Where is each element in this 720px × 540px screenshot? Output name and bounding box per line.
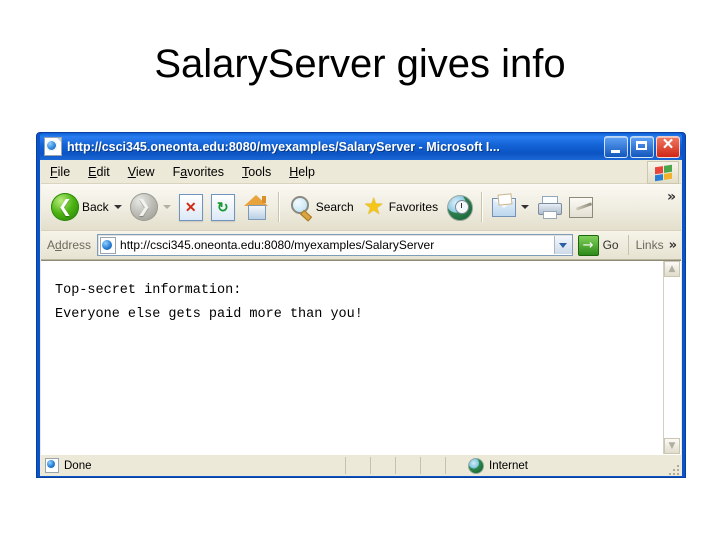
close-button[interactable] (656, 134, 680, 158)
window-title: http://csci345.oneonta.edu:8080/myexampl… (67, 139, 500, 154)
toolbar: ❮ Back ❯ ✕ ↻ Search ★ Favorites » (41, 184, 681, 231)
mail-button[interactable] (488, 188, 533, 226)
browser-window: http://csci345.oneonta.edu:8080/myexampl… (36, 132, 686, 478)
home-icon (243, 195, 269, 220)
vertical-scrollbar[interactable]: ▲ ▼ (663, 261, 681, 454)
toolbar-separator (277, 192, 280, 222)
page-viewport: Top-secret information: Everyone else ge… (41, 260, 681, 454)
page-line-1: Top-secret information: (55, 283, 242, 298)
refresh-icon: ↻ (210, 193, 235, 221)
menu-item-tools[interactable]: Tools (233, 163, 280, 181)
menu-item-help[interactable]: Help (280, 163, 324, 181)
address-input[interactable]: http://csci345.oneonta.edu:8080/myexampl… (97, 234, 573, 256)
resize-grip[interactable] (667, 463, 679, 475)
security-zone-indicator[interactable]: Internet (446, 457, 681, 474)
address-overflow-chevron-icon[interactable]: » (669, 238, 677, 253)
status-pane (421, 457, 446, 474)
chevron-down-icon (559, 242, 568, 248)
address-separator (627, 235, 629, 255)
forward-history-caret-icon[interactable] (162, 205, 171, 209)
print-button[interactable] (533, 188, 565, 226)
browser-client-area: File Edit View Favorites Tools Help ❮ Ba… (40, 160, 682, 476)
internet-explorer-icon (44, 137, 62, 156)
menu-item-view[interactable]: View (119, 163, 164, 181)
toolbar-overflow-chevron-icon[interactable]: » (667, 189, 676, 205)
search-icon (289, 195, 313, 222)
back-arrow-icon: ❮ (51, 193, 79, 221)
internet-zone-globe-icon (468, 457, 484, 474)
edit-button[interactable] (565, 188, 597, 226)
windows-logo-button[interactable] (647, 161, 679, 184)
mail-menu-caret-icon[interactable] (521, 205, 530, 209)
refresh-button[interactable]: ↻ (207, 188, 239, 226)
status-pane (346, 457, 371, 474)
toolbar-separator (481, 192, 484, 222)
address-label: Address (47, 238, 92, 252)
scroll-down-button[interactable]: ▼ (664, 438, 680, 454)
page-status-icon (45, 458, 59, 473)
status-bar: Done Internet (41, 454, 681, 476)
status-pane (371, 457, 396, 474)
status-message: Done (41, 457, 346, 474)
stop-button[interactable]: ✕ (175, 188, 207, 226)
address-dropdown-button[interactable] (553, 236, 572, 254)
minimize-button[interactable] (604, 135, 628, 158)
maximize-button[interactable] (630, 135, 654, 158)
page-body-text: Top-secret information: Everyone else ge… (41, 261, 663, 454)
page-favicon-icon (100, 236, 117, 254)
media-button[interactable] (442, 188, 476, 226)
back-button[interactable]: ❮ Back (47, 188, 126, 226)
forward-arrow-icon: ❯ (129, 193, 158, 221)
slide-canvas: SalaryServer gives info http://csci345.o… (0, 0, 720, 540)
back-history-caret-icon[interactable] (113, 205, 122, 209)
search-button[interactable]: Search (285, 188, 358, 226)
security-zone-label: Internet (489, 459, 528, 472)
star-icon: ★ (363, 193, 385, 220)
menu-item-favorites[interactable]: Favorites (164, 163, 233, 181)
search-button-label: Search (315, 200, 354, 214)
favorites-button[interactable]: ★ Favorites (358, 188, 442, 226)
address-bar: Address http://csci345.oneonta.edu:8080/… (41, 231, 681, 260)
back-button-label: Back (82, 200, 109, 214)
go-button-label: Go (602, 238, 619, 252)
scroll-up-button[interactable]: ▲ (664, 261, 680, 277)
title-bar[interactable]: http://csci345.oneonta.edu:8080/myexampl… (40, 133, 682, 160)
go-button[interactable]: → Go (577, 234, 619, 256)
history-globe-icon (446, 194, 474, 221)
printer-icon (537, 196, 563, 219)
status-pane (396, 457, 421, 474)
menu-item-file[interactable]: File (41, 163, 79, 181)
forward-button[interactable]: ❯ (126, 188, 175, 226)
stop-icon: ✕ (178, 193, 203, 221)
mail-icon (492, 192, 517, 217)
page-title: SalaryServer gives info (154, 42, 566, 86)
links-bar-label[interactable]: Links (636, 238, 664, 252)
status-text: Done (64, 459, 92, 472)
favorites-button-label: Favorites (388, 200, 439, 214)
menu-bar: File Edit View Favorites Tools Help (41, 160, 681, 184)
windows-flag-icon (654, 164, 672, 181)
menu-item-edit[interactable]: Edit (79, 163, 119, 181)
address-input-value[interactable]: http://csci345.oneonta.edu:8080/myexampl… (120, 238, 554, 252)
edit-page-icon (569, 196, 594, 218)
go-arrow-icon: → (577, 234, 599, 256)
page-line-2: Everyone else gets paid more than you! (55, 307, 363, 322)
home-button[interactable] (239, 188, 273, 226)
